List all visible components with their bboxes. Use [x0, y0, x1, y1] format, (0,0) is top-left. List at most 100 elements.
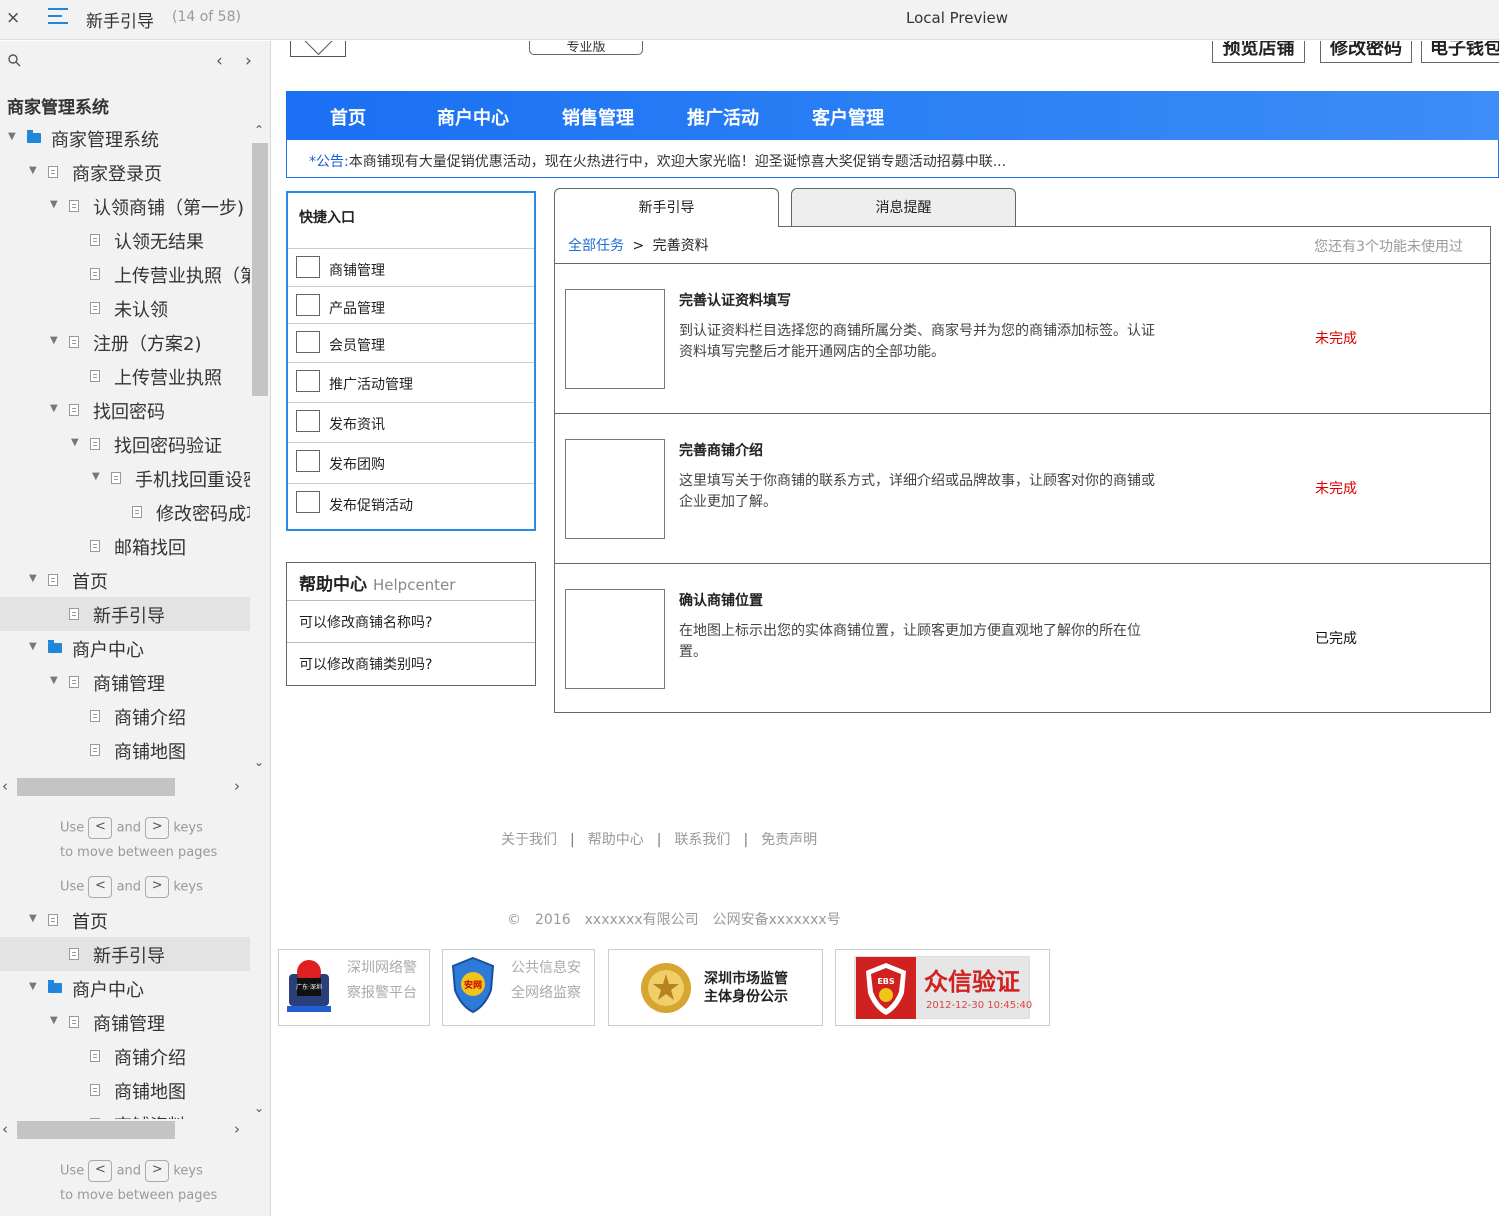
- task-item[interactable]: 完善商铺介绍 这里填写关于你商铺的联系方式，详细介绍或品牌故事，让顾客对你的商铺或…: [555, 414, 1490, 564]
- tab-message-reminder[interactable]: 消息提醒: [791, 188, 1016, 226]
- tree-item[interactable]: 商铺介绍: [0, 699, 250, 733]
- expand-toggle-icon[interactable]: ▼: [8, 131, 16, 142]
- nav-sales[interactable]: 销售管理: [562, 104, 634, 130]
- quick-entry-item[interactable]: 产品管理: [288, 286, 534, 324]
- expand-toggle-icon[interactable]: ▼: [29, 165, 37, 176]
- checkbox[interactable]: [296, 370, 320, 392]
- footer-link-help[interactable]: 帮助中心: [588, 832, 644, 848]
- tree-item[interactable]: ▼ 首页: [0, 563, 250, 597]
- folder-icon: [48, 640, 62, 653]
- checkbox[interactable]: [296, 450, 320, 472]
- scroll-left-icon[interactable]: ‹: [2, 1120, 8, 1138]
- nav-home[interactable]: 首页: [330, 104, 366, 130]
- market-regulation-badge[interactable]: 深圳市场监管 主体身份公示: [608, 949, 823, 1026]
- tree-item[interactable]: ▼ 手机找回重设密: [0, 461, 250, 495]
- tree-item[interactable]: 上传营业执照: [0, 359, 250, 393]
- tree-item[interactable]: 商铺地图: [0, 733, 250, 767]
- tree-item[interactable]: 商铺资料: [0, 1107, 250, 1119]
- previous-page-icon[interactable]: ‹: [216, 51, 223, 71]
- footer-link-about[interactable]: 关于我们: [501, 832, 557, 848]
- tree-item[interactable]: ▼ 找回密码: [0, 393, 250, 427]
- tree-item[interactable]: ▼ 首页: [0, 903, 250, 937]
- checkbox[interactable]: [296, 410, 320, 432]
- tree-item[interactable]: ▼ 认领商铺（第一步): [0, 189, 250, 223]
- tree-item[interactable]: ▼ 注册（方案2): [0, 325, 250, 359]
- checkbox[interactable]: [296, 331, 320, 353]
- expand-toggle-icon[interactable]: ▼: [29, 641, 37, 652]
- e-wallet-button[interactable]: 电子钱包: [1421, 41, 1499, 63]
- expand-toggle-icon[interactable]: ▼: [50, 335, 58, 346]
- vertical-scrollbar[interactable]: ⌃ ⌄: [250, 121, 270, 776]
- scroll-right-icon[interactable]: ›: [234, 1120, 240, 1138]
- expand-toggle-icon[interactable]: ▼: [92, 471, 100, 482]
- tree-item[interactable]: 新手引导: [0, 597, 250, 631]
- scroll-up-icon[interactable]: ⌃: [254, 123, 264, 137]
- tree-item[interactable]: 上传营业执照（第: [0, 257, 250, 291]
- tree-item[interactable]: 商铺资料: [0, 767, 250, 776]
- expand-toggle-icon[interactable]: ▼: [29, 913, 37, 924]
- page-icon: [90, 234, 100, 246]
- tree-item[interactable]: ▼ 商铺管理: [0, 1005, 250, 1039]
- tab-novice-guide[interactable]: 新手引导: [554, 188, 779, 227]
- tree-item[interactable]: ▼ 商户中心: [0, 631, 250, 665]
- checkbox[interactable]: [296, 294, 320, 316]
- quick-entry-item[interactable]: 会员管理: [288, 323, 534, 361]
- tree-item[interactable]: 未认领: [0, 291, 250, 325]
- quick-entry-item[interactable]: 推广活动管理: [288, 362, 534, 400]
- footer-link-disclaimer[interactable]: 免责声明: [761, 832, 817, 848]
- breadcrumb-all-tasks[interactable]: 全部任务: [568, 238, 624, 254]
- change-password-button[interactable]: 修改密码: [1320, 41, 1412, 63]
- tree-item[interactable]: ▼ 商铺管理: [0, 665, 250, 699]
- quick-entry-item[interactable]: 商铺管理: [288, 248, 534, 286]
- horizontal-scrollbar[interactable]: ‹ ›: [0, 1119, 250, 1141]
- expand-toggle-icon[interactable]: ▼: [50, 199, 58, 210]
- search-icon[interactable]: [8, 54, 21, 71]
- info-security-badge[interactable]: 安网 公共信息安 全网络监察: [442, 949, 595, 1026]
- credit-verification-badge[interactable]: EBS 众信验证 2012-12-30 10:45:40: [835, 949, 1050, 1026]
- tree-item[interactable]: ▼ 商户中心: [0, 971, 250, 1005]
- menu-icon[interactable]: [48, 8, 68, 29]
- quick-entry-item[interactable]: 发布促销活动: [288, 483, 534, 521]
- checkbox[interactable]: [296, 491, 320, 513]
- nav-promotions[interactable]: 推广活动: [687, 104, 759, 130]
- scroll-right-icon[interactable]: ›: [234, 777, 240, 795]
- nav-customers[interactable]: 客户管理: [812, 104, 884, 130]
- tree-item[interactable]: 认领无结果: [0, 223, 250, 257]
- task-item[interactable]: 确认商铺位置 在地图上标示出您的实体商铺位置，让顾客更加方便直观地了解你的所在位置…: [555, 564, 1490, 714]
- tree-item[interactable]: 邮箱找回: [0, 529, 250, 563]
- scrollbar-thumb[interactable]: [17, 1121, 175, 1139]
- checkbox[interactable]: [296, 256, 320, 278]
- tree-item[interactable]: 商铺地图: [0, 1073, 250, 1107]
- tree-item[interactable]: 新手引导: [0, 937, 250, 971]
- preview-store-button[interactable]: 预览店铺: [1212, 41, 1305, 63]
- horizontal-scrollbar[interactable]: ‹ ›: [0, 776, 250, 798]
- expand-toggle-icon[interactable]: ▼: [71, 437, 79, 448]
- scrollbar-thumb[interactable]: [252, 143, 268, 396]
- quick-entry-item[interactable]: 发布资讯: [288, 402, 534, 440]
- scroll-down-icon[interactable]: ⌄: [254, 1101, 264, 1115]
- scroll-down-icon[interactable]: ⌄: [254, 755, 264, 769]
- nav-merchant-center[interactable]: 商户中心: [437, 104, 509, 130]
- task-item[interactable]: 完善认证资料填写 到认证资料栏目选择您的商铺所属分类、商家号并为您的商铺添加标签。…: [555, 264, 1490, 414]
- tree-item[interactable]: ▼ 商家登录页: [0, 155, 250, 189]
- next-page-icon[interactable]: ›: [245, 51, 252, 71]
- expand-toggle-icon[interactable]: ▼: [50, 403, 58, 414]
- expand-toggle-icon[interactable]: ▼: [50, 675, 58, 686]
- help-question[interactable]: 可以修改商铺名称吗?: [287, 600, 535, 642]
- footer-link-contact[interactable]: 联系我们: [674, 832, 730, 848]
- vertical-scrollbar[interactable]: ⌄: [250, 903, 270, 1119]
- quick-entry-label: 会员管理: [329, 338, 385, 354]
- tree-item[interactable]: ▼ 找回密码验证: [0, 427, 250, 461]
- tree-item[interactable]: 修改密码成功: [0, 495, 250, 529]
- expand-toggle-icon[interactable]: ▼: [50, 1015, 58, 1026]
- scrollbar-thumb[interactable]: [17, 778, 175, 796]
- scroll-left-icon[interactable]: ‹: [2, 777, 8, 795]
- help-question[interactable]: 可以修改商铺类别吗?: [287, 642, 535, 684]
- cyber-police-badge[interactable]: 广东·深圳 深圳网络警 察报警平台: [278, 949, 430, 1026]
- close-icon[interactable]: ×: [6, 8, 20, 28]
- tree-item[interactable]: 商铺介绍: [0, 1039, 250, 1073]
- quick-entry-item[interactable]: 发布团购: [288, 442, 534, 480]
- tree-item[interactable]: ▼ 商家管理系统: [0, 121, 250, 155]
- expand-toggle-icon[interactable]: ▼: [29, 573, 37, 584]
- expand-toggle-icon[interactable]: ▼: [29, 981, 37, 992]
